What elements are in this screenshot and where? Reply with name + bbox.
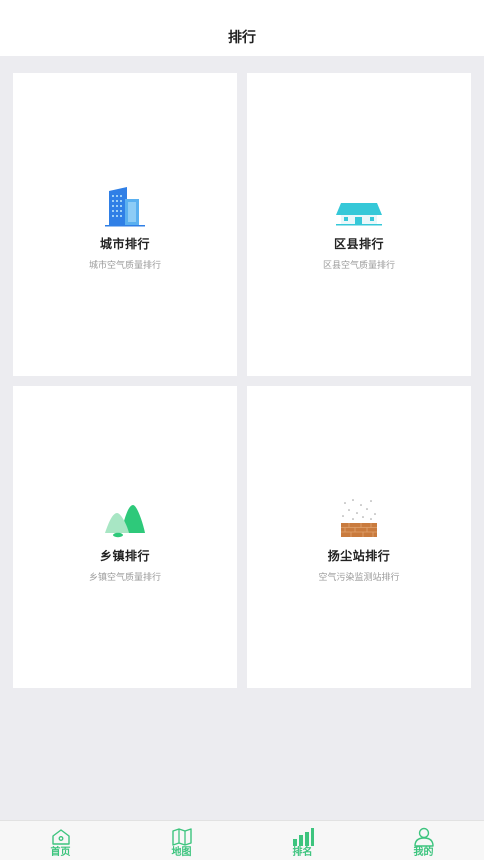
card-title: 乡镇排行 xyxy=(99,549,150,563)
city-buildings-icon xyxy=(101,179,149,227)
tab-home[interactable]: 首页 xyxy=(0,821,121,860)
hills-icon xyxy=(101,491,149,539)
tab-map[interactable]: 地图 xyxy=(121,821,242,860)
map-icon xyxy=(171,827,193,847)
tab-label: 首页 xyxy=(50,847,71,858)
bottom-tab-bar: 首页 地图 排名 我的 xyxy=(0,820,484,860)
home-icon xyxy=(50,827,72,847)
card-title: 区县排行 xyxy=(333,236,384,251)
tab-ranking[interactable]: 排名 xyxy=(242,821,363,860)
dust-station-ranking-card[interactable]: 扬尘站排行 空气污染监测站排行 xyxy=(247,386,471,688)
ranking-bars-icon xyxy=(292,827,314,847)
card-subtitle: 乡镇空气质量排行 xyxy=(88,573,161,583)
card-subtitle: 区县空气质量排行 xyxy=(322,260,395,271)
tab-label: 我的 xyxy=(413,847,434,858)
tab-label: 排名 xyxy=(292,847,313,858)
card-title: 城市排行 xyxy=(99,236,150,251)
card-title: 扬尘站排行 xyxy=(327,549,391,563)
dust-station-icon xyxy=(335,491,383,539)
page-title: 排行 xyxy=(228,30,256,46)
top-bar: 排行 xyxy=(0,0,484,56)
district-ranking-card[interactable]: 区县排行 区县空气质量排行 xyxy=(247,73,471,376)
house-icon xyxy=(335,179,383,227)
user-icon xyxy=(413,827,435,847)
town-ranking-card[interactable]: 乡镇排行 乡镇空气质量排行 xyxy=(13,386,237,688)
city-ranking-card[interactable]: 城市排行 城市空气质量排行 xyxy=(13,73,237,376)
tab-mine[interactable]: 我的 xyxy=(363,821,484,860)
card-subtitle: 城市空气质量排行 xyxy=(88,260,161,271)
tab-label: 地图 xyxy=(171,847,192,858)
card-subtitle: 空气污染监测站排行 xyxy=(318,573,400,583)
